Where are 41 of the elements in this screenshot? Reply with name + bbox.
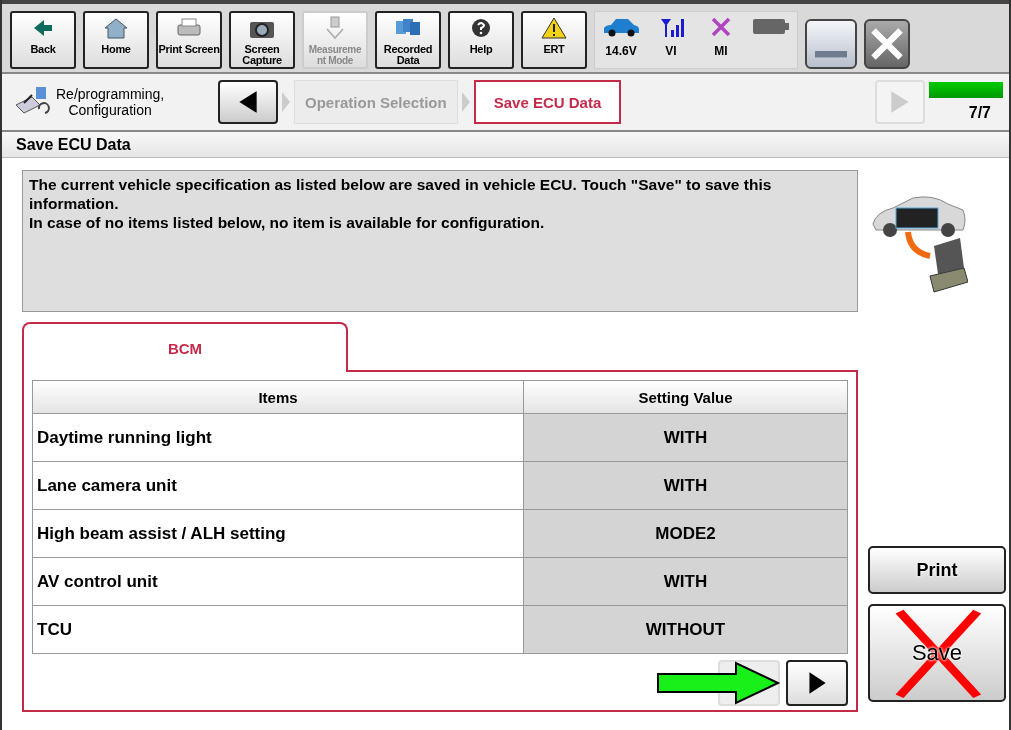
next-page-button[interactable] bbox=[786, 660, 848, 706]
close-icon bbox=[869, 26, 905, 62]
toolbar-button[interactable]: Print Screen bbox=[156, 11, 222, 69]
table-cell: Daytime running light bbox=[33, 414, 523, 461]
info-text: The current vehicle specification as listed below are saved in vehicle ECU. Touch "Save" to save this information. bbox=[29, 175, 773, 213]
toolbar-button[interactable]: Help bbox=[448, 11, 514, 69]
minimize-button[interactable] bbox=[805, 19, 857, 69]
table-cell: MODE2 bbox=[524, 510, 847, 557]
warning-icon bbox=[539, 16, 569, 40]
triangle-left-icon bbox=[237, 89, 259, 115]
status-label: MI bbox=[714, 44, 728, 58]
breadcrumb-step[interactable]: Save ECU Data bbox=[473, 80, 622, 124]
column-header: Setting Value bbox=[524, 381, 847, 413]
step-counter: 7/7 bbox=[968, 104, 992, 122]
table-cell: Lane camera unit bbox=[33, 462, 523, 509]
table-cell: WITH bbox=[524, 462, 847, 509]
mode-title: Re/programming, Configuration bbox=[56, 86, 165, 118]
status-label: 14.6V bbox=[605, 44, 637, 58]
back-button[interactable] bbox=[218, 80, 278, 124]
table-cell: WITH bbox=[524, 414, 847, 461]
toolbar-button[interactable]: Home bbox=[83, 11, 149, 69]
bcm-tab[interactable]: BCM bbox=[22, 322, 348, 372]
column-header: Items bbox=[33, 381, 523, 413]
close-button[interactable] bbox=[864, 19, 910, 69]
arrow-icon bbox=[656, 661, 782, 705]
toolbar-button[interactable]: Screen Capture bbox=[229, 11, 295, 69]
toolbar-button[interactable]: Recorded Data bbox=[375, 11, 441, 69]
info-text: In case of no items listed below, no item is available for configuration. bbox=[29, 213, 546, 232]
car-icon bbox=[601, 16, 641, 38]
section-title: Save ECU Data bbox=[16, 135, 131, 154]
triangle-right-icon bbox=[889, 89, 911, 115]
triangle-right-icon bbox=[806, 670, 828, 696]
status-label: VI bbox=[665, 44, 677, 58]
toolbar-button[interactable]: ERT bbox=[521, 11, 587, 69]
table-cell: WITHOUT bbox=[524, 606, 847, 653]
table-cell: High beam assist / ALH setting bbox=[33, 510, 523, 557]
toolbar-button[interactable]: Back bbox=[10, 11, 76, 69]
table-cell: TCU bbox=[33, 606, 523, 653]
table-cell: WITH bbox=[524, 558, 847, 605]
table-cell: AV control unit bbox=[33, 558, 523, 605]
action-button[interactable]: Print bbox=[868, 546, 1006, 594]
